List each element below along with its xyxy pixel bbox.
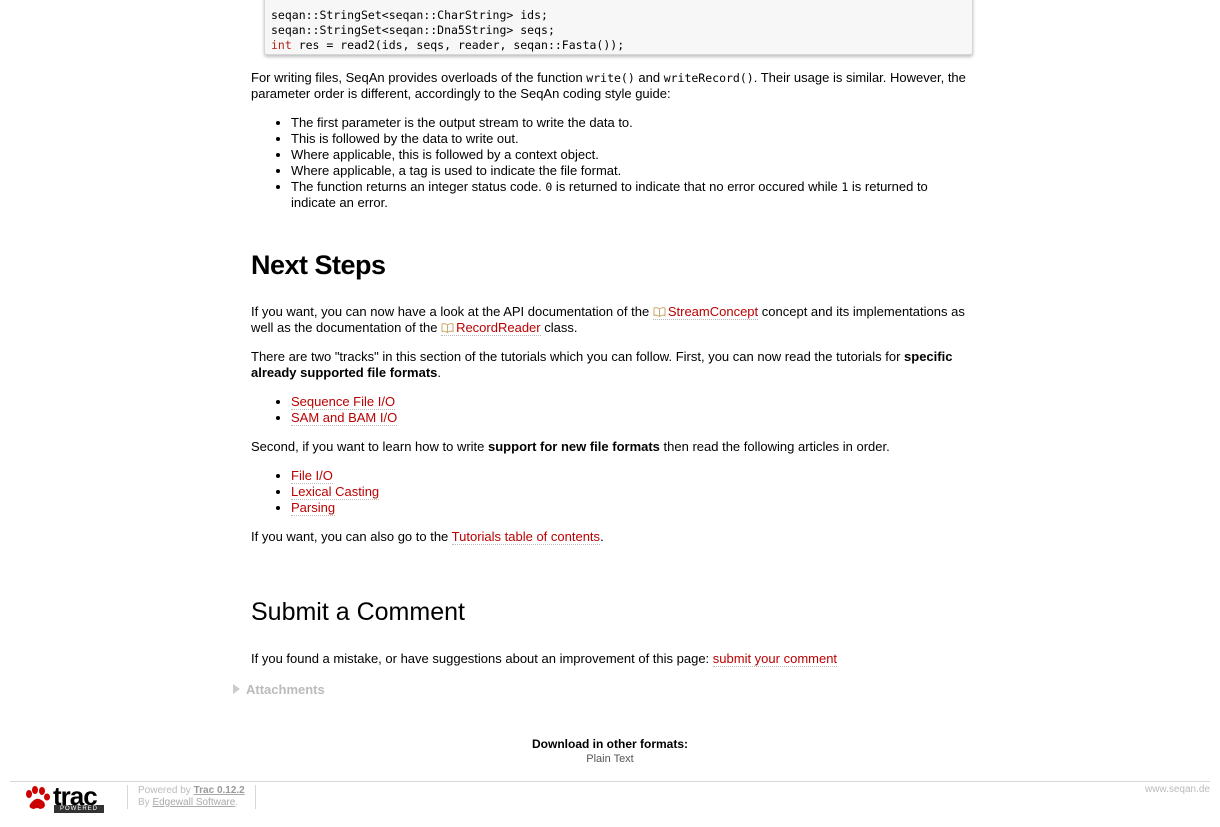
list-item: SAM and BAM I/O — [291, 410, 971, 426]
lexical-casting-link[interactable]: Lexical Casting — [291, 484, 380, 500]
list-item: Sequence File I/O — [291, 394, 971, 410]
attachments-toggle[interactable]: Attachments — [233, 682, 325, 697]
code-block: seqan::StringSet<seqan::CharString> ids;… — [264, 0, 973, 55]
edgewall-link[interactable]: Edgewall Software — [152, 797, 235, 808]
sam-bam-io-link[interactable]: SAM and BAM I/O — [291, 410, 398, 426]
book-icon — [441, 323, 454, 333]
api-paragraph: If you want, you can now have a look at … — [251, 304, 965, 336]
writing-section: For writing files, SeqAn provides overlo… — [251, 70, 971, 211]
tutorials-toc-link[interactable]: Tutorials table of contents — [451, 529, 601, 545]
paw-icon — [26, 786, 50, 809]
parsing-link[interactable]: Parsing — [291, 500, 336, 516]
trac-logo-sub: POWERED — [54, 805, 104, 813]
record-reader-link[interactable]: RecordReader — [441, 320, 541, 336]
code-text: seqan::StringSet<seqan::CharString> ids;… — [271, 8, 625, 52]
list-item: File I/O — [291, 468, 971, 484]
code-write: write() — [586, 71, 635, 85]
list-item: Where applicable, a tag is used to indic… — [291, 163, 971, 179]
next-steps-heading: Next Steps — [251, 250, 386, 280]
stream-concept-link[interactable]: StreamConcept — [652, 304, 759, 320]
code-writerecord: writeRecord() — [663, 71, 754, 85]
new-formats-paragraph: Second, if you want to learn how to writ… — [251, 439, 890, 454]
trac-logo[interactable]: trac POWERED — [23, 781, 108, 815]
file-io-link[interactable]: File I/O — [291, 468, 333, 484]
comment-paragraph: If you found a mistake, or have suggesti… — [251, 651, 838, 667]
writing-list: The first parameter is the output stream… — [251, 115, 971, 211]
book-icon — [653, 307, 666, 317]
download-title: Download in other formats: — [532, 737, 688, 751]
toc-paragraph: If you want, you can also go to the Tuto… — [251, 529, 604, 545]
articles-list: File I/O Lexical Casting Parsing — [251, 468, 971, 516]
code-keyword: int — [271, 38, 292, 52]
trac-version-link[interactable]: Trac 0.12.2 — [194, 785, 245, 796]
sequence-file-io-link[interactable]: Sequence File I/O — [291, 394, 396, 410]
formats-list: Sequence File I/O SAM and BAM I/O — [251, 394, 971, 426]
tracks-paragraph: There are two "tracks" in this section o… — [251, 349, 953, 380]
list-item: Parsing — [291, 500, 971, 516]
submit-comment-link[interactable]: submit your comment — [712, 651, 838, 667]
plain-text-link[interactable]: Plain Text — [0, 753, 1220, 765]
list-item: The first parameter is the output stream… — [291, 115, 971, 131]
list-item: The function returns an integer status c… — [291, 179, 971, 211]
writing-paragraph: For writing files, SeqAn provides overlo… — [251, 70, 966, 101]
list-item: Lexical Casting — [291, 484, 971, 500]
triangle-right-icon — [233, 684, 240, 694]
list-item: Where applicable, this is followed by a … — [291, 147, 971, 163]
next-steps-section: If you want, you can now have a look at … — [251, 304, 971, 545]
list-item: This is followed by the data to write ou… — [291, 131, 971, 147]
powered-by: Powered by Trac 0.12.2 By Edgewall Softw… — [127, 785, 256, 809]
site-link[interactable]: www.seqan.de — [1145, 784, 1210, 795]
comment-section: If you found a mistake, or have suggesti… — [251, 651, 971, 667]
submit-comment-heading: Submit a Comment — [251, 598, 465, 626]
footer-divider — [10, 781, 1210, 782]
